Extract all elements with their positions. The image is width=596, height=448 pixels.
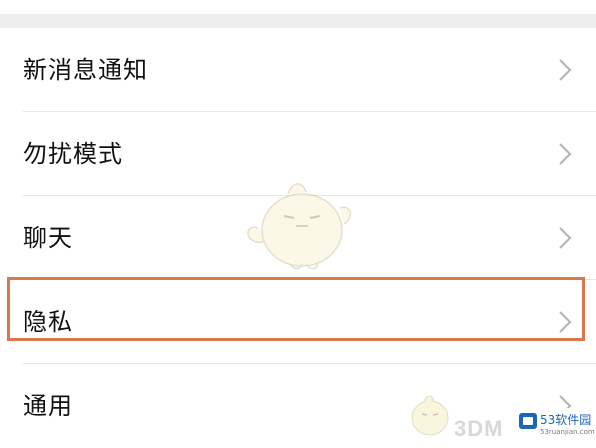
settings-item-label: 通用	[23, 392, 73, 420]
site-name: 53软件园	[540, 413, 592, 427]
settings-screen: 新消息通知 勿扰模式 聊天 隐私 通用 3DM 53软件园 53ruanjian…	[0, 0, 596, 448]
previous-section-bottom	[0, 0, 596, 14]
settings-item-general[interactable]: 通用	[0, 364, 596, 448]
mascot-watermark-icon	[247, 183, 352, 270]
section-gap	[0, 14, 596, 28]
site-logo-icon	[519, 413, 537, 429]
settings-item-label: 勿扰模式	[23, 140, 123, 168]
site-url: 53ruanjian.com	[540, 428, 595, 436]
site-watermark-badge: 53软件园 53ruanjian.com	[516, 408, 595, 442]
small-mascot-watermark-icon	[411, 395, 449, 436]
chevron-right-icon	[559, 227, 572, 249]
chevron-right-icon	[559, 143, 572, 165]
privacy-highlight-box	[7, 277, 585, 341]
settings-item-new-message-notification[interactable]: 新消息通知	[0, 28, 596, 112]
settings-item-label: 新消息通知	[23, 56, 148, 84]
settings-item-label: 聊天	[23, 224, 73, 252]
watermark-text: 3DM	[454, 416, 504, 441]
chevron-right-icon	[559, 59, 572, 81]
